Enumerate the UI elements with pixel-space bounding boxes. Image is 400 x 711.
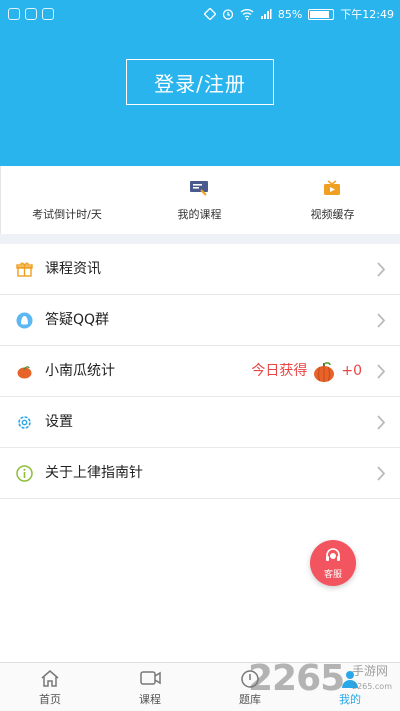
rotate-icon <box>203 8 216 20</box>
notification-icons <box>8 8 54 20</box>
customer-service-label: 客服 <box>323 570 342 580</box>
exam-countdown[interactable]: 考试倒计时/天 <box>0 166 133 234</box>
chevron-right-icon <box>377 313 386 328</box>
battery-percent: 85% <box>277 7 303 21</box>
login-register-button[interactable]: 登录/注册 <box>126 59 274 105</box>
my-courses-label: 我的课程 <box>177 208 222 221</box>
status-right: 85% 下午12:49 <box>203 6 394 22</box>
quick-links: 考试倒计时/天 我的课程 视频缓存 <box>0 166 400 234</box>
notification-icon <box>8 8 20 20</box>
tab-courses[interactable]: 课程 <box>100 663 200 711</box>
watermark-site: 手游网 <box>352 664 389 678</box>
battery-icon <box>308 8 335 20</box>
home-icon <box>41 670 59 687</box>
menu-item-label: 关于上律指南针 <box>45 465 143 481</box>
menu-item-about[interactable]: 关于上律指南针 <box>0 448 400 499</box>
settings-menu: 课程资讯 答疑QQ群 小南瓜统计 今日获得 +0 设置 关于上律指南针 <box>0 244 400 499</box>
my-courses-link[interactable]: 我的课程 <box>133 166 266 234</box>
section-divider <box>0 234 400 244</box>
menu-item-pumpkin-stats[interactable]: 小南瓜统计 今日获得 +0 <box>0 346 400 397</box>
wifi-icon <box>240 9 254 20</box>
signal-icon <box>260 9 272 19</box>
menu-item-qq-group[interactable]: 答疑QQ群 <box>0 295 400 346</box>
today-earned: 今日获得 +0 <box>251 346 362 397</box>
watermark-url: 2265.com <box>352 682 392 691</box>
profile-header: 登录/注册 <box>0 30 400 166</box>
video-cache-label: 视频缓存 <box>310 208 355 221</box>
headset-icon <box>326 548 340 561</box>
tab-label: 首页 <box>39 693 61 706</box>
menu-item-label: 小南瓜统计 <box>45 363 115 379</box>
course-board-icon <box>190 181 208 196</box>
watermark-number: 2265 <box>248 658 345 699</box>
chevron-right-icon <box>377 466 386 481</box>
customer-service-button[interactable]: 客服 <box>310 540 356 586</box>
menu-item-course-news[interactable]: 课程资讯 <box>0 244 400 295</box>
chevron-right-icon <box>377 262 386 277</box>
video-cache-link[interactable]: 视频缓存 <box>266 166 399 234</box>
gift-icon <box>16 262 33 277</box>
today-earned-value: +0 <box>341 363 362 379</box>
tab-label: 课程 <box>139 693 161 706</box>
exam-countdown-label: 考试倒计时/天 <box>32 208 102 221</box>
qq-icon <box>16 312 33 329</box>
tab-home[interactable]: 首页 <box>0 663 100 711</box>
video-cache-icon <box>324 180 340 195</box>
chevron-right-icon <box>377 364 386 379</box>
menu-item-settings[interactable]: 设置 <box>0 397 400 448</box>
clock-time: 下午12:49 <box>340 8 394 21</box>
menu-item-label: 课程资讯 <box>45 261 101 277</box>
chevron-right-icon <box>377 415 386 430</box>
menu-item-label: 答疑QQ群 <box>45 312 110 328</box>
today-earned-label: 今日获得 <box>251 363 308 379</box>
alarm-icon <box>222 9 233 20</box>
status-bar: 85% 下午12:49 <box>0 0 400 30</box>
site-watermark: 2265 手游网 2265.com <box>248 658 398 708</box>
notification-icon <box>25 8 37 20</box>
video-camera-icon <box>140 671 161 685</box>
notification-icon <box>42 8 54 20</box>
pumpkin-icon <box>314 361 335 382</box>
pumpkin-icon <box>17 366 32 379</box>
menu-item-label: 设置 <box>45 414 73 430</box>
gear-icon <box>18 416 31 429</box>
info-icon <box>16 465 33 482</box>
